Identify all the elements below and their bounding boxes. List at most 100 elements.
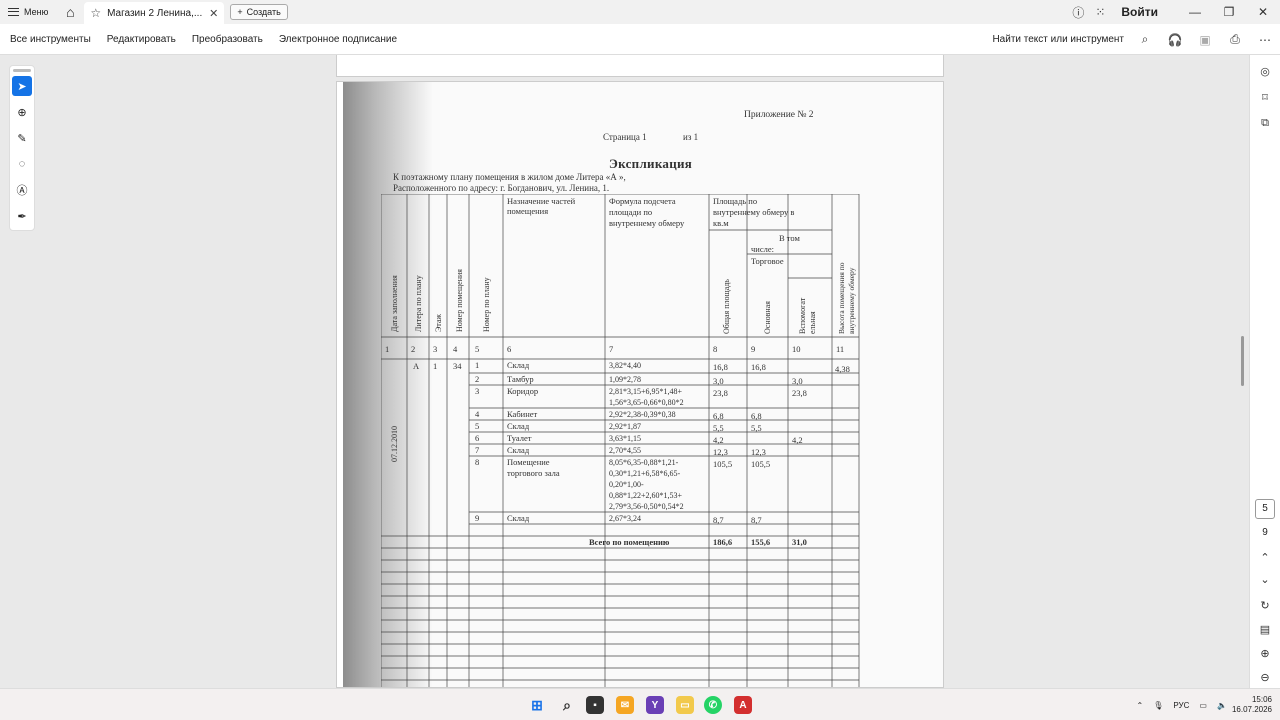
height-value: 4,38 [835, 364, 850, 374]
refresh-icon[interactable]: ↻ [1250, 599, 1280, 612]
whatsapp-icon[interactable]: ✆ [704, 696, 722, 714]
browser-icon[interactable]: Y [646, 696, 664, 714]
row-formula: 8,05*6,35-0,88*1,21- [609, 458, 679, 467]
zoom-in-icon[interactable]: ⊕ [1250, 647, 1280, 660]
header-area: кв.м [713, 218, 729, 228]
create-button[interactable]: + Создать [230, 4, 288, 20]
header-area: внутреннему обмеру в [713, 207, 794, 217]
text-select-icon[interactable]: Ⓐ [12, 180, 32, 200]
convert-button[interactable]: Преобразовать [184, 34, 271, 45]
read-aloud-icon[interactable]: 🎧 [1160, 33, 1190, 47]
more-icon[interactable]: ⋯ [1250, 33, 1280, 47]
pdf-reader-icon[interactable]: A [734, 696, 752, 714]
explication-table: Дата заполнения Литера по плану Этаж Номер … [380, 193, 865, 687]
microphone-icon[interactable]: 🎙 [1148, 701, 1168, 710]
save-icon[interactable]: ▣ [1190, 33, 1220, 47]
row-number: 6 [475, 433, 479, 443]
print-icon[interactable]: ⎙ [1220, 32, 1250, 47]
zoom-out-icon[interactable]: ⊖ [1250, 671, 1280, 684]
header-purpose: Назначение частей [507, 196, 576, 206]
column-number: 7 [609, 344, 613, 354]
edit-button[interactable]: Редактировать [99, 34, 184, 45]
page-down-icon[interactable]: ⌄ [1250, 573, 1280, 586]
tray-expand-icon[interactable]: ⌃ [1132, 701, 1149, 710]
close-window-icon[interactable]: ✕ [1246, 5, 1280, 19]
title-bar: Меню ⌂ ☆ Магазин 2 Ленина,... ✕ + Создат… [0, 0, 1280, 24]
lasso-icon[interactable]: ◌ [12, 154, 32, 174]
row-formula: 0,20*1,00- [609, 480, 644, 489]
taskbar-search-icon[interactable]: ⌕ [558, 696, 576, 714]
row-number: 9 [475, 513, 479, 523]
menu-button[interactable]: Меню [0, 0, 56, 24]
menu-label: Меню [24, 7, 49, 17]
row-formula: 2,92*2,38-0,39*0,38 [609, 410, 676, 419]
restore-icon[interactable]: ❐ [1212, 5, 1246, 19]
row-name: торгового зала [507, 468, 560, 478]
minimize-icon[interactable]: — [1178, 5, 1212, 19]
row-total: 5,5 [713, 423, 724, 433]
bookmark-icon[interactable]: ⌑ [1250, 91, 1280, 104]
select-icon[interactable]: ➤ [12, 76, 32, 96]
document-page: Приложение № 2 Страница 1 из 1 Экспликац… [336, 81, 944, 688]
windows-start-icon[interactable]: ⊞ [528, 696, 546, 714]
taskview-icon[interactable]: ▪ [586, 696, 604, 714]
row-total: 4,2 [713, 435, 724, 445]
current-page-input[interactable]: 5 [1255, 499, 1275, 519]
row-formula: 3,82*4,40 [609, 361, 641, 370]
page-up-icon[interactable]: ⌃ [1250, 551, 1280, 564]
header-total-area: Общая площадь [722, 279, 731, 334]
mail-icon[interactable]: ✉ [616, 696, 634, 714]
all-tools-button[interactable]: Все инструменты [0, 34, 99, 45]
header-incl: В том [779, 233, 800, 243]
page-icon[interactable]: ▤ [1250, 623, 1280, 636]
header-plan-number: Номер по плану [482, 277, 491, 332]
row-main: 5,5 [751, 423, 762, 433]
copy-pages-icon[interactable]: ⧉ [1250, 117, 1280, 130]
ai-assistant-icon[interactable]: ◎ [1250, 65, 1280, 78]
folder-icon[interactable]: ▭ [676, 696, 694, 714]
help-icon[interactable]: ⓘ [1067, 4, 1089, 21]
column-number: 11 [836, 344, 844, 354]
comment-icon[interactable]: ⊕ [12, 102, 32, 122]
header-height: внутреннему обмеру [847, 267, 856, 334]
header-date: Дата заполнения [390, 275, 399, 332]
network-icon[interactable]: ▭ [1194, 701, 1212, 710]
close-tab-icon[interactable]: ✕ [209, 7, 218, 20]
drag-handle[interactable] [13, 69, 31, 72]
row-total: 105,5 [713, 459, 732, 469]
star-icon[interactable]: ☆ [90, 6, 101, 20]
apps-grid-icon[interactable]: ⁙ [1089, 5, 1111, 19]
row-name: Склад [507, 445, 530, 455]
taskbar: ⊞ ⌕ ▪ ✉ Y ▭ ✆ A ⌃ 🎙 РУС ▭ 🔈 15:06 16.07.… [0, 688, 1280, 720]
search-icon[interactable]: ⌕ [1130, 32, 1160, 47]
column-number: 6 [507, 344, 511, 354]
row-number: 3 [475, 386, 479, 396]
volume-icon[interactable]: 🔈 [1212, 701, 1232, 710]
row-formula: 2,70*4,55 [609, 446, 641, 455]
document-tab[interactable]: ☆ Магазин 2 Ленина,... ✕ [84, 2, 225, 24]
total-label: Всего по помещению [589, 537, 670, 547]
plus-icon: + [237, 7, 243, 17]
login-button[interactable]: Войти [1111, 5, 1178, 19]
document-subtitle-1: К поэтажному плану помещения в жилом дом… [393, 172, 626, 182]
right-rail: ◎ ⌑ ⧉ 5 9 ⌃ ⌄ ↻ ▤ ⊕ ⊖ [1249, 55, 1280, 688]
total-aux: 31,0 [792, 537, 807, 547]
pen-icon[interactable]: ✎ [12, 128, 32, 148]
column-number: 8 [713, 344, 717, 354]
row-number: 7 [475, 445, 479, 455]
row-name: Коридор [507, 386, 538, 396]
row-formula: 0,88*1,22+2,60*1,53+ [609, 491, 683, 500]
page-of-label: из 1 [683, 132, 699, 142]
header-floor: Этаж [434, 314, 443, 332]
header-formula: Формула подсчета [609, 196, 676, 206]
system-clock[interactable]: 15:06 16.07.2026 [1232, 695, 1280, 715]
e-sign-button[interactable]: Электронное подписание [271, 34, 405, 45]
home-icon[interactable]: ⌂ [56, 0, 84, 24]
language-indicator[interactable]: РУС [1168, 701, 1194, 710]
main-toolbar: Все инструменты Редактировать Преобразов… [0, 24, 1280, 55]
date-value: 07.12.2010 [390, 426, 399, 462]
header-trade: Торговое [751, 256, 784, 266]
vertical-scrollbar[interactable] [1241, 336, 1244, 386]
find-text-label[interactable]: Найти текст или инструмент [992, 34, 1130, 45]
sign-icon[interactable]: ✒ [12, 206, 32, 226]
